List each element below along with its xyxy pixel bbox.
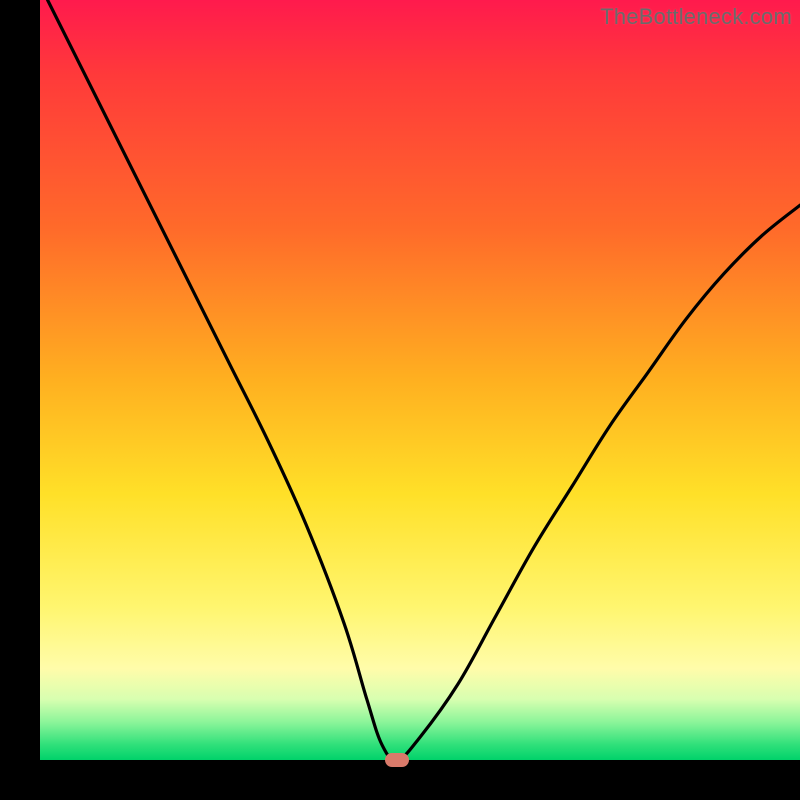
bottleneck-curve-path xyxy=(48,0,800,760)
bottleneck-curve-svg xyxy=(40,0,800,760)
chart-container: TheBottleneck.com xyxy=(0,0,800,800)
attribution-watermark: TheBottleneck.com xyxy=(600,4,792,30)
plot-area: TheBottleneck.com xyxy=(40,0,800,760)
min-marker-icon xyxy=(385,753,409,767)
